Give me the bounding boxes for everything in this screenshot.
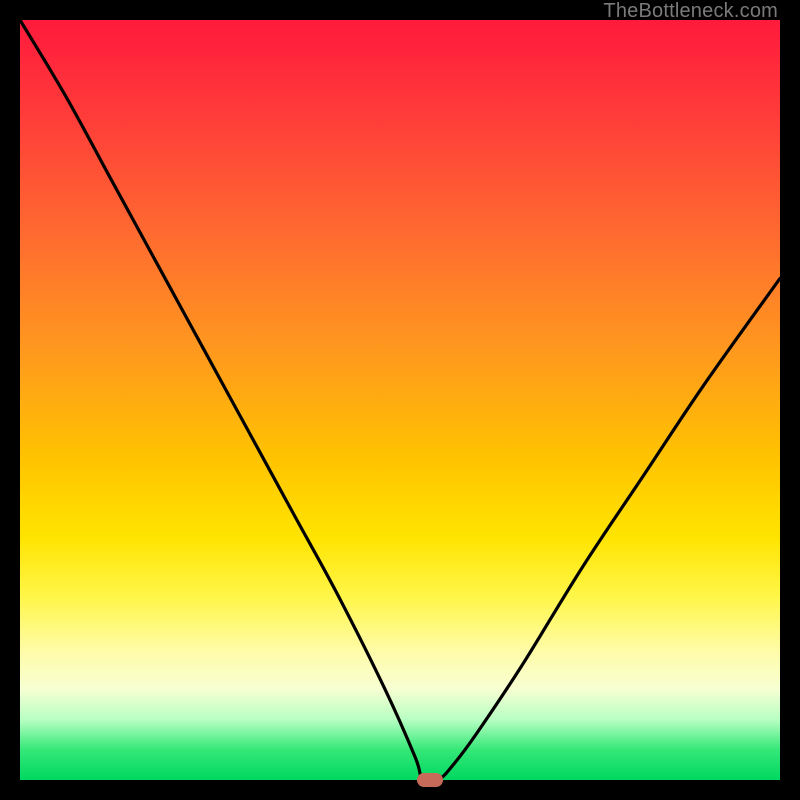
chart-frame: TheBottleneck.com (0, 0, 800, 800)
bottleneck-curve (20, 20, 780, 780)
plot-area (20, 20, 780, 780)
curve-path (20, 20, 780, 780)
bottleneck-marker (417, 773, 443, 787)
